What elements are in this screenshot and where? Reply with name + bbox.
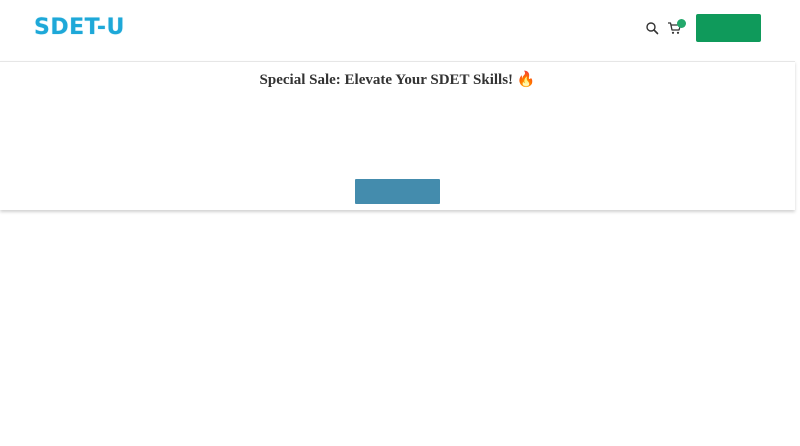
banner-title: Special Sale: Elevate Your SDET Skills! … [259,72,536,88]
cart-badge [677,19,686,28]
search-icon[interactable] [645,21,659,35]
logo-text: SDET-U [34,14,125,40]
site-header: SDET-U [0,0,795,60]
banner-cta-button[interactable] [355,179,440,204]
header-cta-button[interactable] [696,14,761,42]
sale-banner: Special Sale: Elevate Your SDET Skills! … [0,61,795,210]
site-logo[interactable]: SDET-U [34,13,158,41]
